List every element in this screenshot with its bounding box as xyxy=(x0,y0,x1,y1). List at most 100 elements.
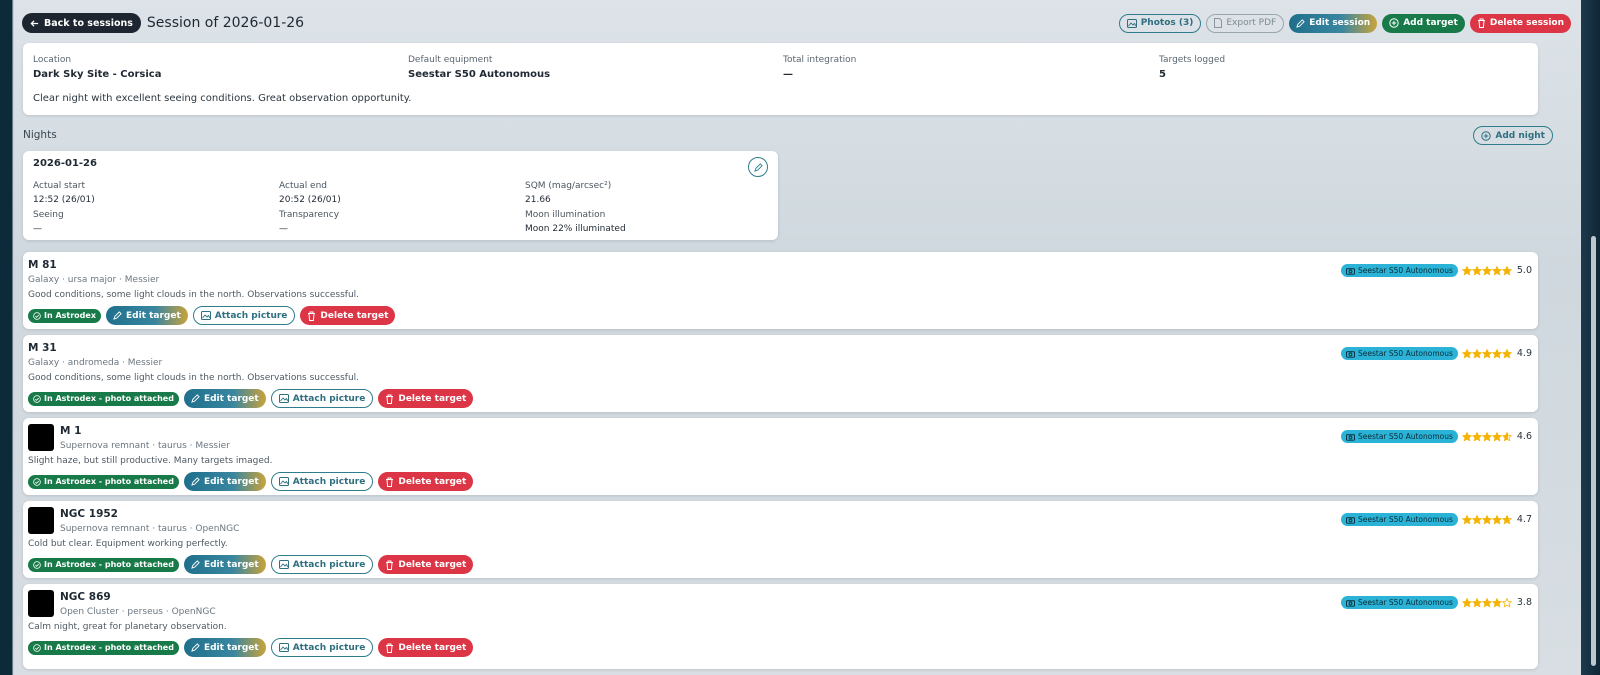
back-label: Back to sessions xyxy=(44,17,133,29)
attach-picture-button[interactable]: Attach picture xyxy=(270,472,374,491)
star-icon xyxy=(1501,431,1512,442)
actual-start-label: Actual start xyxy=(33,181,86,191)
target-thumbnail[interactable] xyxy=(28,590,54,617)
edit-target-button[interactable]: Edit target xyxy=(106,306,188,325)
delete-target-button[interactable]: Delete target xyxy=(378,638,474,657)
target-thumbnail[interactable] xyxy=(28,507,54,534)
astrodex-status-label: In Astrodex - photo attached xyxy=(44,643,174,652)
attach-picture-button[interactable]: Attach picture xyxy=(192,306,296,325)
target-name: M 1 xyxy=(60,425,82,437)
camera-icon xyxy=(1345,599,1355,607)
export-pdf-button[interactable]: Export PDF xyxy=(1206,13,1285,33)
edit-session-label: Edit session xyxy=(1309,18,1371,28)
target-right: Seestar S50 Autonomous 4.9 xyxy=(1340,347,1532,360)
rating-value: 4.6 xyxy=(1516,431,1532,442)
target-name: NGC 1952 xyxy=(60,508,118,520)
pencil-icon xyxy=(753,162,763,172)
scrollbar-thumb[interactable] xyxy=(1591,236,1596,666)
transparency-label: Transparency xyxy=(279,210,340,220)
target-name: M 81 xyxy=(28,259,57,271)
edit-target-button[interactable]: Edit target xyxy=(183,638,266,657)
delete-session-label: Delete session xyxy=(1489,18,1564,28)
star-icon xyxy=(1491,597,1502,608)
equipment-label: Default equipment xyxy=(408,55,493,65)
delete-target-button[interactable]: Delete target xyxy=(300,306,396,325)
star-icon xyxy=(1501,348,1512,359)
arrow-left-icon xyxy=(30,19,39,28)
location-label: Location xyxy=(33,55,72,65)
delete-target-label: Delete target xyxy=(398,642,467,653)
rating-stars xyxy=(1461,265,1512,276)
equipment-badge: Seestar S50 Autonomous xyxy=(1340,347,1458,360)
astrodex-status-badge: In Astrodex - photo attached xyxy=(28,391,179,406)
rating-stars xyxy=(1461,431,1512,442)
image-icon xyxy=(278,560,289,569)
equipment-field: Default equipment Seestar S50 Autonomous xyxy=(408,55,550,80)
delete-target-button[interactable]: Delete target xyxy=(378,472,474,491)
rating-value: 3.8 xyxy=(1516,597,1532,608)
rating-stars xyxy=(1461,597,1512,608)
rating-value: 4.7 xyxy=(1516,514,1532,525)
star-icon xyxy=(1471,265,1482,276)
target-right: Seestar S50 Autonomous 3.8 xyxy=(1340,596,1532,609)
session-note: Clear night with excellent seeing condit… xyxy=(33,93,412,104)
plus-circle-icon xyxy=(1389,18,1399,28)
header-actions: Photos (3) Export PDF Edit session Add t… xyxy=(1118,13,1571,33)
trash-icon xyxy=(385,643,394,653)
photos-button[interactable]: Photos (3) xyxy=(1118,13,1202,33)
target-thumbnail[interactable] xyxy=(28,424,54,451)
target-note: Slight haze, but still productive. Many … xyxy=(28,456,273,466)
actual-end-label: Actual end xyxy=(279,181,328,191)
night-card: 2026-01-26 Actual start 12:52 (26/01) Ac… xyxy=(23,151,778,240)
target-actions: In Astrodex - photo attached Edit target… xyxy=(28,555,474,574)
back-to-sessions-button[interactable]: Back to sessions xyxy=(22,13,141,33)
image-icon xyxy=(278,477,289,486)
pencil-icon xyxy=(191,643,200,652)
target-note: Good conditions, some light clouds in th… xyxy=(28,290,360,300)
transparency-field: Transparency — xyxy=(279,210,339,234)
add-night-button[interactable]: Add night xyxy=(1473,126,1553,145)
target-card: NGC 1952 Supernova remnant · taurus · Op… xyxy=(23,501,1538,578)
target-right: Seestar S50 Autonomous 4.6 xyxy=(1340,430,1532,443)
delete-session-button[interactable]: Delete session xyxy=(1469,13,1571,33)
attach-picture-button[interactable]: Attach picture xyxy=(270,389,374,408)
rating-value: 5.0 xyxy=(1516,265,1532,276)
attach-picture-button[interactable]: Attach picture xyxy=(270,555,374,574)
moon-value: Moon 22% illuminated xyxy=(525,224,626,234)
astrodex-status-label: In Astrodex - photo attached xyxy=(44,394,174,403)
scrollbar[interactable] xyxy=(1581,0,1600,675)
target-meta: Supernova remnant · taurus · Messier xyxy=(60,441,230,451)
edit-night-button[interactable] xyxy=(748,157,768,177)
add-target-label: Add target xyxy=(1403,18,1458,28)
edit-target-label: Edit target xyxy=(203,393,259,404)
target-card: M 81 Galaxy · ursa major · Messier Good … xyxy=(23,252,1538,329)
add-target-button[interactable]: Add target xyxy=(1382,13,1465,33)
moon-label: Moon illumination xyxy=(525,210,606,220)
target-name: NGC 869 xyxy=(60,591,111,603)
session-page: Back to sessions Session of 2026-01-26 P… xyxy=(14,0,1581,675)
star-icon xyxy=(1471,431,1482,442)
trash-icon xyxy=(385,394,394,404)
check-circle-icon xyxy=(33,643,41,652)
seeing-label: Seeing xyxy=(33,210,64,220)
image-icon xyxy=(200,311,211,320)
edit-target-button[interactable]: Edit target xyxy=(183,555,266,574)
star-icon xyxy=(1461,514,1472,525)
attach-picture-label: Attach picture xyxy=(214,310,288,321)
edit-target-button[interactable]: Edit target xyxy=(183,472,266,491)
camera-icon xyxy=(1345,516,1355,524)
seeing-value: — xyxy=(33,224,42,234)
target-actions: In Astrodex - photo attached Edit target… xyxy=(28,389,474,408)
attach-picture-button[interactable]: Attach picture xyxy=(270,638,374,657)
edit-session-button[interactable]: Edit session xyxy=(1289,13,1378,33)
delete-target-button[interactable]: Delete target xyxy=(378,555,474,574)
delete-target-label: Delete target xyxy=(398,476,467,487)
attach-picture-label: Attach picture xyxy=(292,476,366,487)
edit-target-button[interactable]: Edit target xyxy=(183,389,266,408)
delete-target-button[interactable]: Delete target xyxy=(378,389,474,408)
check-circle-icon xyxy=(33,477,41,486)
integration-label: Total integration xyxy=(783,55,857,65)
star-icon xyxy=(1461,348,1472,359)
attach-picture-label: Attach picture xyxy=(292,559,366,570)
star-icon xyxy=(1501,597,1512,608)
